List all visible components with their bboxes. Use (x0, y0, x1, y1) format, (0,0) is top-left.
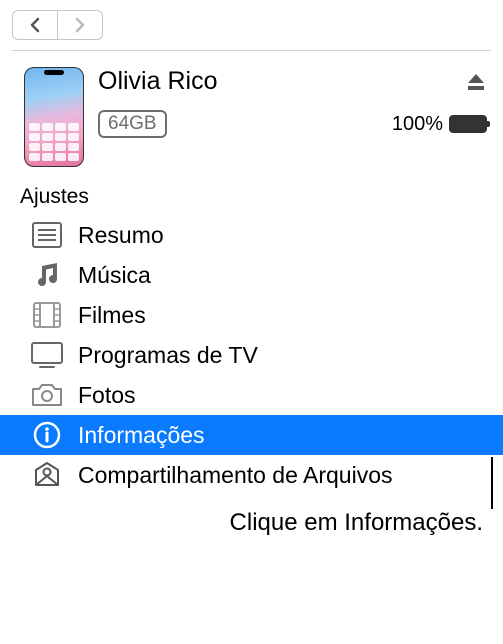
chevron-right-icon (74, 17, 86, 33)
sidebar-item-label: Informações (78, 422, 205, 449)
movies-icon (30, 301, 64, 329)
sidebar-item-movies[interactable]: Filmes (0, 295, 503, 335)
music-icon (30, 261, 64, 289)
chevron-left-icon (29, 17, 41, 33)
forward-button[interactable] (57, 10, 103, 40)
info-icon (30, 421, 64, 449)
summary-icon (30, 221, 64, 249)
sidebar-item-label: Resumo (78, 222, 164, 249)
sidebar-item-photos[interactable]: Fotos (0, 375, 503, 415)
back-button[interactable] (12, 10, 58, 40)
battery-status: 100% (392, 113, 487, 136)
sidebar-item-file-sharing[interactable]: Compartilhamento de Arquivos (0, 455, 503, 495)
sidebar-list: Resumo Música Filmes Programas de TV Fot… (0, 215, 503, 495)
caption: Clique em Informações. (0, 509, 503, 537)
sidebar-item-label: Fotos (78, 382, 136, 409)
sidebar-item-info[interactable]: Informações (0, 415, 503, 455)
sidebar-item-label: Programas de TV (78, 342, 258, 369)
storage-badge: 64GB (98, 110, 167, 138)
eject-button[interactable] (465, 71, 487, 93)
file-sharing-icon (30, 461, 64, 489)
sidebar-item-tv[interactable]: Programas de TV (0, 335, 503, 375)
divider (12, 50, 491, 51)
battery-icon (449, 115, 487, 133)
tv-icon (30, 341, 64, 369)
sidebar-item-label: Filmes (78, 302, 146, 329)
section-header-settings: Ajustes (0, 175, 503, 215)
device-thumbnail (24, 67, 84, 167)
caption-text: Clique em Informações. (230, 509, 483, 537)
device-name: Olivia Rico (98, 67, 217, 96)
photos-icon (30, 381, 64, 409)
sidebar-item-label: Compartilhamento de Arquivos (78, 462, 393, 489)
sidebar-item-music[interactable]: Música (0, 255, 503, 295)
sidebar-item-summary[interactable]: Resumo (0, 215, 503, 255)
eject-icon (465, 71, 487, 93)
battery-text: 100% (392, 113, 443, 136)
sidebar-item-label: Música (78, 262, 151, 289)
device-header: Olivia Rico 64GB 100% (0, 55, 503, 175)
